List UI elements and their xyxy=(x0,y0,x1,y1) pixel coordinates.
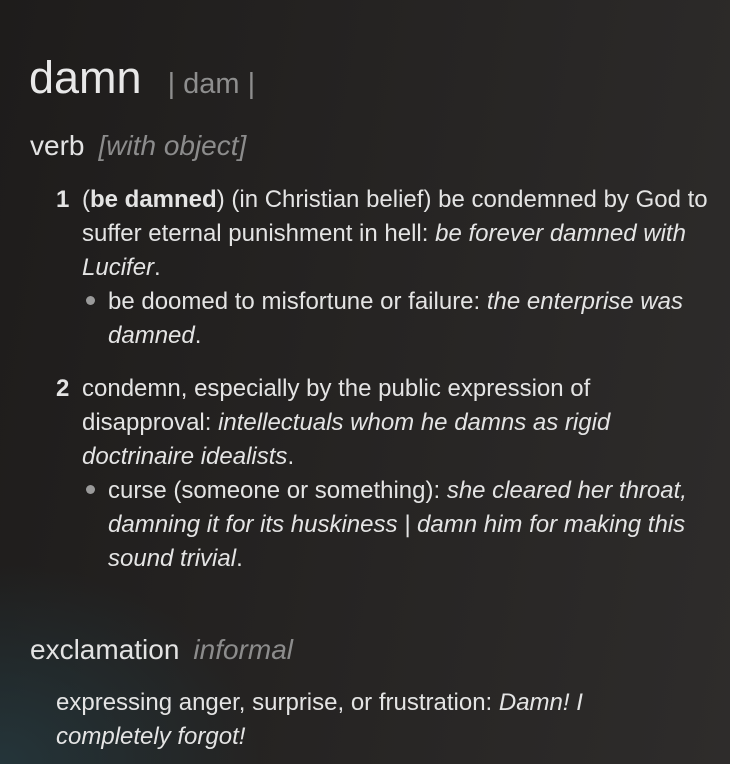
period: . xyxy=(236,545,243,572)
paren: ( xyxy=(82,186,90,213)
subsense: curse (someone or something): she cleare… xyxy=(82,474,716,576)
headword-text: damn xyxy=(29,52,142,103)
exclamation-sense: expressing anger, surprise, or frustrati… xyxy=(56,686,676,754)
pronunciation: | dam | xyxy=(167,68,256,100)
period: . xyxy=(287,443,295,470)
sense-definition: condemn, especially by the public expres… xyxy=(82,372,716,474)
grammar-note: [with object] xyxy=(98,130,247,161)
pos-label: exclamation xyxy=(30,634,180,665)
sense-definition: (be damned) (in Christian belief) be con… xyxy=(82,183,716,285)
period: . xyxy=(154,254,161,281)
phrase: be damned xyxy=(90,186,217,213)
register-note: informal xyxy=(193,634,293,665)
sense-number: 2 xyxy=(56,375,70,402)
pos-label: verb xyxy=(30,130,85,161)
part-of-speech-exclamation: exclamation informal xyxy=(30,634,293,666)
subsense-text: curse (someone or something): xyxy=(108,477,447,504)
sense-number: 1 xyxy=(56,186,70,213)
bullet-icon xyxy=(86,485,95,495)
bullet-icon xyxy=(86,296,95,306)
definition-text: expressing anger, surprise, or frustrati… xyxy=(56,689,499,716)
sense-2: 2 condemn, especially by the public expr… xyxy=(56,372,716,576)
period: . xyxy=(194,322,202,349)
subsense: be doomed to misfortune or failure: the … xyxy=(82,285,716,353)
subsense-text: be doomed to misfortune or failure: xyxy=(108,288,487,315)
headword: damn | dam | xyxy=(29,52,255,104)
sense-1: 1 (be damned) (in Christian belief) be c… xyxy=(56,183,716,353)
part-of-speech-verb: verb [with object] xyxy=(30,130,246,162)
